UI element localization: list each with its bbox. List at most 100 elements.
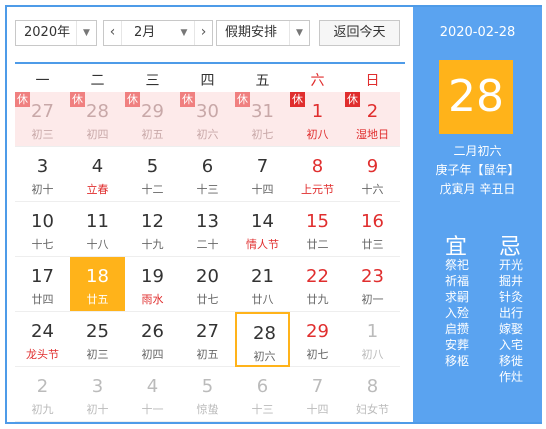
back-to-today-button[interactable]: 返回今天: [319, 20, 400, 46]
yi-item: 求嗣: [445, 290, 470, 304]
month-value[interactable]: 2月: [134, 21, 155, 45]
lunar-label: 十二: [141, 183, 164, 196]
day-number: 19: [141, 266, 164, 287]
day-cell[interactable]: 22 廿九: [290, 257, 345, 312]
day-cell[interactable]: 6 十三: [180, 147, 235, 202]
day-cell[interactable]: 25 初三: [70, 312, 125, 367]
day-cell[interactable]: 4 立春: [70, 147, 125, 202]
next-month-button[interactable]: ›: [194, 21, 212, 45]
day-cell[interactable]: 12 十九: [125, 202, 180, 257]
day-cell[interactable]: 13 二十: [180, 202, 235, 257]
day-cell[interactable]: 27 初五: [180, 312, 235, 367]
day-cell[interactable]: 休 2 湿地日: [345, 92, 400, 147]
holiday-select[interactable]: 假期安排 ▼: [216, 20, 310, 46]
lunar-label: 廿二: [306, 238, 329, 251]
day-number: 2: [36, 376, 49, 397]
day-cell[interactable]: 4 十一: [125, 367, 180, 422]
day-number: 30: [196, 101, 219, 122]
day-cell[interactable]: 6 十三: [235, 367, 290, 422]
lunar-label: 廿九: [306, 293, 329, 306]
lunar-label: 十三: [196, 183, 219, 196]
holiday-dropdown-icon[interactable]: ▼: [289, 21, 309, 45]
lunar-label: 立春: [86, 183, 109, 196]
day-cell[interactable]: 7 十四: [290, 367, 345, 422]
lunar-label: 初九: [31, 403, 54, 416]
day-number: 17: [31, 266, 54, 287]
day-cell[interactable]: 23 初一: [345, 257, 400, 312]
day-cell[interactable]: 3 初十: [70, 367, 125, 422]
lunar-label: 初五: [141, 128, 164, 141]
lunar-label: 初四: [141, 348, 164, 361]
day-cell[interactable]: 11 十八: [70, 202, 125, 257]
prev-month-button[interactable]: ‹: [104, 21, 122, 45]
yi-item: 移柩: [445, 354, 470, 368]
day-cell[interactable]: 3 初十: [15, 147, 70, 202]
day-number: 4: [91, 156, 104, 177]
day-number: 29: [141, 101, 164, 122]
lunar-label: 初十: [31, 183, 54, 196]
day-number: 7: [311, 376, 324, 397]
lunar-label: 初八: [306, 128, 329, 141]
day-cell[interactable]: 17 廿四: [15, 257, 70, 312]
day-number: 14: [251, 211, 274, 232]
day-cell[interactable]: 15 廿二: [290, 202, 345, 257]
lunar-label: 湿地日: [356, 128, 389, 141]
lunar-label: 廿五: [86, 293, 109, 306]
day-cell[interactable]: 28 初六: [235, 312, 290, 367]
day-number: 29: [306, 321, 329, 342]
day-cell[interactable]: 20 廿七: [180, 257, 235, 312]
lunar-label: 二十: [196, 238, 219, 251]
day-cell[interactable]: 29 初七: [290, 312, 345, 367]
year-value: 2020年: [24, 25, 71, 40]
lunar-label: 惊蛰: [196, 403, 219, 416]
day-cell[interactable]: 5 惊蛰: [180, 367, 235, 422]
year-dropdown-icon[interactable]: ▼: [76, 21, 96, 45]
day-cell[interactable]: 18 廿五: [70, 257, 125, 312]
day-cell[interactable]: 2 初九: [15, 367, 70, 422]
day-cell[interactable]: 10 十七: [15, 202, 70, 257]
lunar-label: 初四: [86, 128, 109, 141]
month-picker: ‹ 2月 ▼ ›: [103, 20, 213, 46]
yi-item: 安葬: [445, 338, 470, 352]
day-cell[interactable]: 休 31 初七: [235, 92, 290, 147]
day-cell[interactable]: 24 龙头节: [15, 312, 70, 367]
day-cell[interactable]: 休 30 初六: [180, 92, 235, 147]
day-cell[interactable]: 休 27 初三: [15, 92, 70, 147]
day-number: 5: [146, 156, 159, 177]
lunar-label: 初十: [86, 403, 109, 416]
day-number: 5: [201, 376, 214, 397]
day-number: 22: [306, 266, 329, 287]
selected-day-number: 28: [439, 60, 513, 134]
day-cell[interactable]: 休 28 初四: [70, 92, 125, 147]
day-cell[interactable]: 休 29 初五: [125, 92, 180, 147]
day-cell[interactable]: 19 雨水: [125, 257, 180, 312]
yi-item: 启攒: [445, 322, 470, 336]
lunar-label: 初七: [251, 128, 274, 141]
day-cell[interactable]: 休 1 初八: [290, 92, 345, 147]
day-cell[interactable]: 16 廿三: [345, 202, 400, 257]
month-dropdown-icon[interactable]: ▼: [174, 21, 194, 45]
year-select[interactable]: 2020年 ▼: [15, 20, 97, 46]
lunar-label: 初八: [361, 348, 384, 361]
day-cell[interactable]: 8 妇女节: [345, 367, 400, 422]
lunar-label: 龙头节: [26, 348, 59, 361]
day-cell[interactable]: 9 十六: [345, 147, 400, 202]
lunar-label: 初三: [31, 128, 54, 141]
lunar-label: 十六: [361, 183, 384, 196]
day-cell[interactable]: 7 十四: [235, 147, 290, 202]
yi-item: 祭祀: [445, 258, 470, 272]
day-number: 2: [366, 101, 379, 122]
lunar-label: 初七: [306, 348, 329, 361]
day-cell[interactable]: 14 情人节: [235, 202, 290, 257]
ji-item: 入宅: [499, 338, 524, 352]
day-cell[interactable]: 1 初八: [345, 312, 400, 367]
yi-list: 祭祀 祈福 求嗣 入殓 启攒 安葬 移柩: [445, 257, 469, 369]
calendar-widget: 2020年 ▼ ‹ 2月 ▼ › 假期安排 ▼ 返回今天 一 二 三 四 五 六…: [5, 5, 542, 424]
day-number: 15: [306, 211, 329, 232]
day-cell[interactable]: 5 十二: [125, 147, 180, 202]
day-cell[interactable]: 26 初四: [125, 312, 180, 367]
day-cell[interactable]: 21 廿八: [235, 257, 290, 312]
lunar-label: 雨水: [141, 293, 164, 306]
day-cell[interactable]: 8 上元节: [290, 147, 345, 202]
day-number: 8: [366, 376, 379, 397]
